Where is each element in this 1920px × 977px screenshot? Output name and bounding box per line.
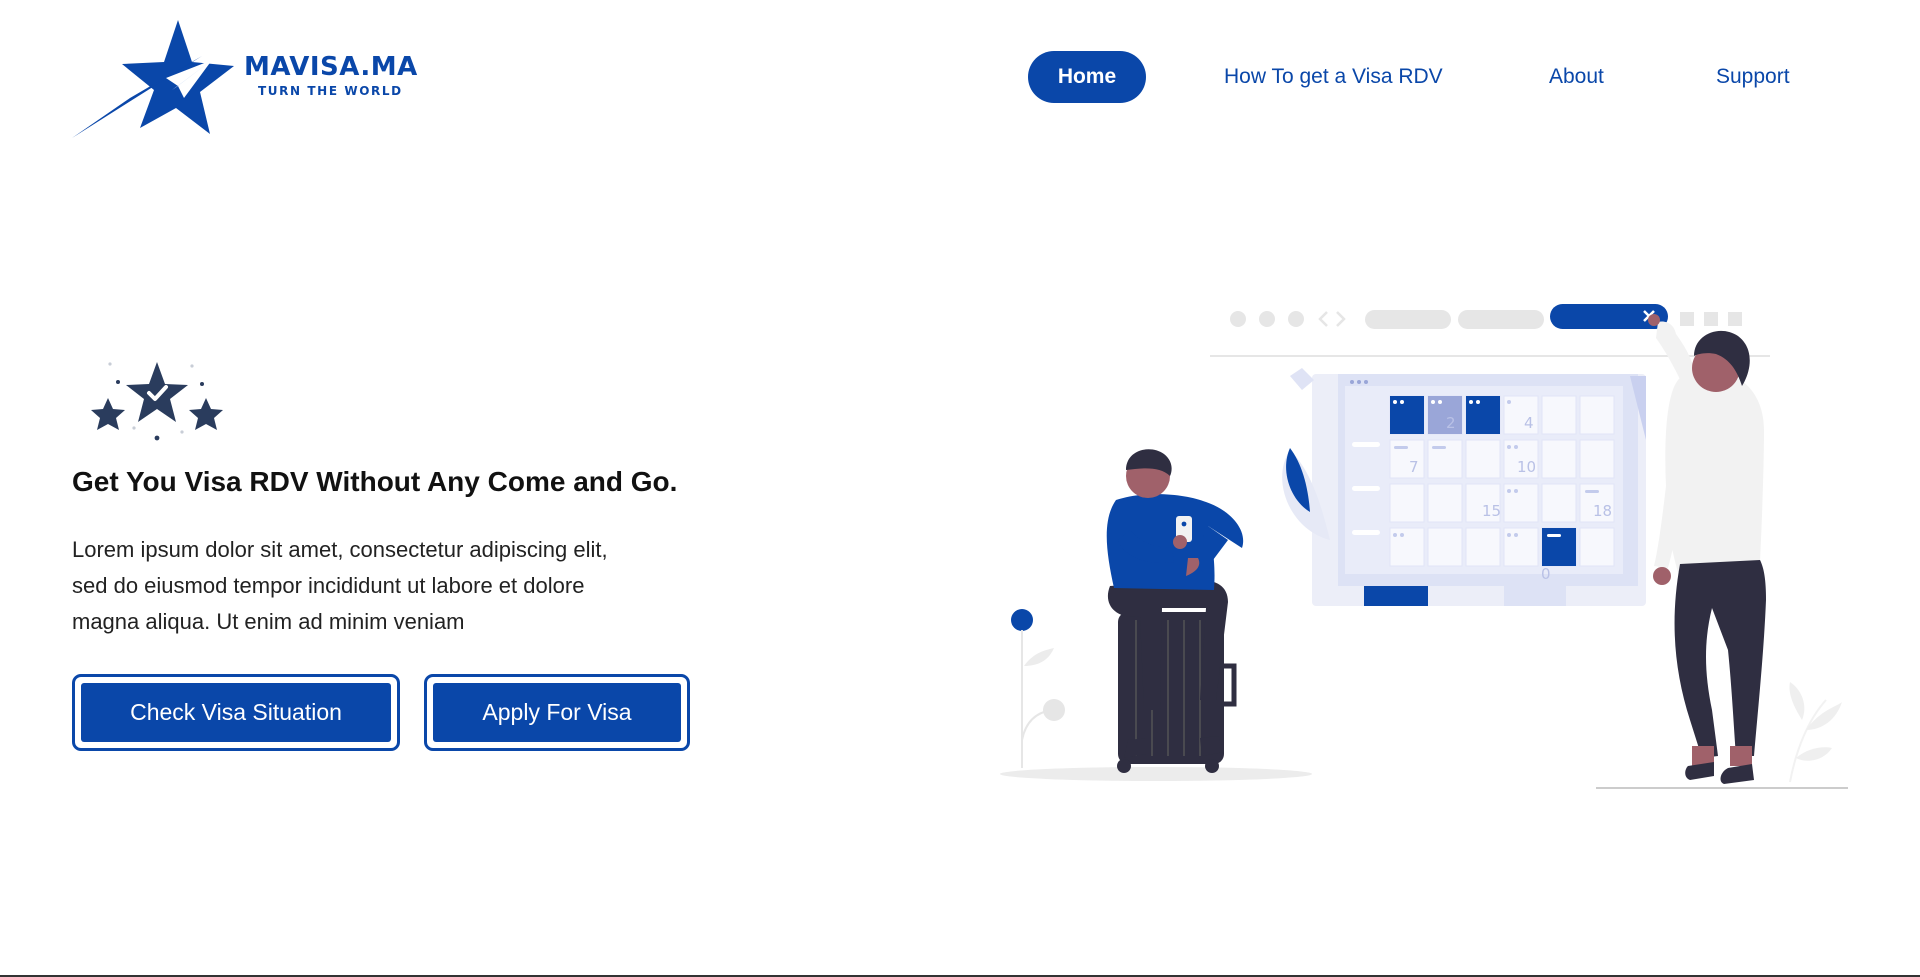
nav-about[interactable]: About: [1549, 51, 1604, 103]
hero-description: Lorem ipsum dolor sit amet, consectetur …: [72, 537, 608, 634]
nav-how-to-get-visa[interactable]: How To get a Visa RDV: [1224, 51, 1443, 103]
hero-title: Get You Visa RDV Without Any Come and Go…: [72, 466, 678, 497]
apply-for-visa-button[interactable]: Apply For Visa: [433, 683, 681, 742]
calendar-day-0: 0: [1541, 565, 1551, 583]
paper-plane-star-logo-icon: [72, 20, 234, 138]
brand-tagline: TURN THE WORLD: [258, 84, 403, 98]
calendar-day-2: 2: [1446, 414, 1456, 432]
calendar-day-18: 18: [1593, 502, 1612, 520]
brand-name: MAVISA.MA: [244, 52, 418, 82]
check-visa-situation-button[interactable]: Check Visa Situation: [81, 683, 391, 742]
calendar-day-4: 4: [1524, 414, 1534, 432]
apply-visa-button-frame: Apply For Visa: [424, 674, 690, 751]
calendar-day-10: 10: [1517, 458, 1536, 476]
calendar-booking-illustration: 2 4 7 10 15 18 0: [990, 290, 1860, 805]
nav-home[interactable]: Home: [1028, 51, 1146, 103]
three-stars-check-icon: [82, 356, 232, 451]
check-visa-button-frame: Check Visa Situation: [72, 674, 400, 751]
calendar-day-15: 15: [1482, 502, 1501, 520]
nav-support[interactable]: Support: [1716, 51, 1790, 103]
brand-logo[interactable]: MAVISA.MA TURN THE WORLD: [72, 16, 422, 140]
calendar-day-7: 7: [1409, 458, 1419, 476]
